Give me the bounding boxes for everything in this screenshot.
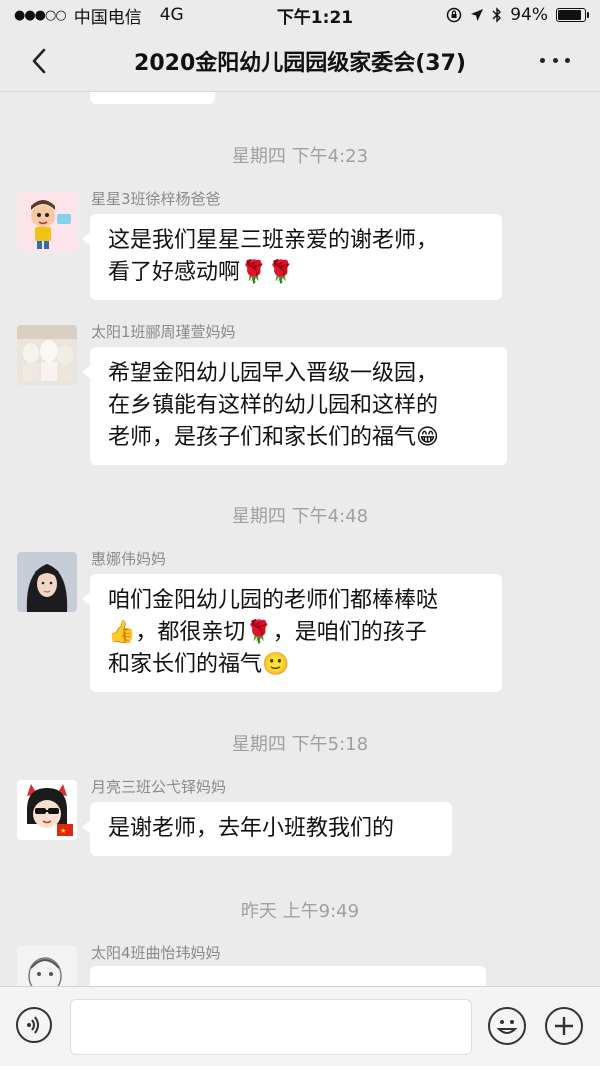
carrier-name: 中国电信 (73, 7, 142, 28)
avatar-sketch (17, 946, 77, 986)
more-dot (565, 57, 570, 63)
avatar-sculptures (17, 325, 77, 385)
voice-input-button[interactable] (16, 1007, 52, 1043)
avatar[interactable] (17, 192, 77, 252)
smile-icon (496, 1020, 518, 1034)
more-dot (540, 57, 545, 63)
message-bubble[interactable]: 这是我们星星三班亲爱的谢老师， 看了好感动啊🌹🌹 (82, 214, 502, 300)
battery-fill (558, 10, 581, 20)
chat-title: 2020金阳幼儿园园级家委会(37) (134, 50, 466, 76)
message-bubble[interactable]: 希望金阳幼儿园早入晋级一级园， 在乡镇能有这样的幼儿园和这样的 老师，是孩子们和… (82, 347, 507, 465)
avatar-devil-cartoon: ★ (17, 780, 77, 840)
message-line: 👍，都很亲切🌹，是咱们的孩子 (108, 620, 427, 645)
message-line: 希望金阳幼儿园早入晋级一级园， (108, 361, 439, 386)
message-input[interactable] (70, 999, 472, 1055)
battery-icon (556, 8, 589, 22)
message-line: 看了好感动啊🌹🌹 (108, 260, 295, 285)
chat-header: 2020金阳幼儿园园级家委会(37) (0, 30, 600, 92)
sender-name: 星星3班徐梓杨爸爸 (91, 190, 221, 208)
more-options-button[interactable] (540, 54, 570, 66)
sender-name: 太阳4班曲怡玮妈妈 (91, 944, 221, 962)
message-bubble[interactable] (82, 966, 486, 986)
more-dot (552, 57, 558, 63)
avatar[interactable]: ★ (17, 780, 77, 840)
signal-strength: ●●●○○ (14, 7, 67, 23)
back-button[interactable] (26, 44, 52, 78)
battery-percent: 94% (510, 5, 548, 25)
avatar-woman-photo (17, 552, 77, 612)
avatar-cartoon-boy (17, 192, 77, 252)
network-type: 4G (159, 5, 184, 25)
avatar[interactable] (17, 946, 77, 986)
status-bar: ●●●○○ 中国电信 4G 下午1:21 94% (0, 0, 600, 30)
message-list[interactable]: 星期四 下午4:23 星星3班徐梓杨爸爸 这是我们星星三班亲爱的谢老师， 看了好… (0, 92, 600, 986)
message-line: 在乡镇能有这样的幼儿园和这样的 (108, 393, 439, 418)
sender-name: 惠娜伟妈妈 (91, 550, 167, 568)
more-functions-button[interactable] (545, 1007, 583, 1045)
timestamp: 昨天 上午9:49 (240, 901, 360, 922)
sender-name: 太阳1班郦周瑾萱妈妈 (91, 323, 236, 341)
avatar[interactable] (17, 325, 77, 385)
message-bubble[interactable]: 是谢老师，去年小班教我们的 (82, 802, 452, 856)
input-bar (0, 986, 600, 1066)
timestamp: 星期四 下午4:48 (231, 506, 369, 527)
location-icon (471, 9, 484, 21)
plus-icon (555, 1017, 573, 1035)
message-bubble[interactable]: 咱们金阳幼儿园的老师们都棒棒哒 👍，都很亲切🌹，是咱们的孩子 和家长们的福气🙂 (82, 574, 502, 692)
timestamp: 星期四 下午5:18 (231, 734, 369, 755)
message-line: 和家长们的福气🙂 (108, 652, 290, 677)
message-line: 咱们金阳幼儿园的老师们都棒棒哒 (108, 588, 439, 613)
status-time: 下午1:21 (276, 7, 354, 28)
timestamp: 星期四 下午4:23 (231, 146, 369, 167)
rotation-lock-icon (446, 7, 462, 23)
bluetooth-icon (492, 7, 502, 23)
message-line: 老师，是孩子们和家长们的福气😁 (108, 425, 439, 450)
message-line: 是谢老师，去年小班教我们的 (108, 816, 395, 841)
svg-text:★: ★ (60, 827, 66, 835)
avatar[interactable] (17, 552, 77, 612)
emoji-button[interactable] (488, 1007, 526, 1045)
voice-icon (27, 1016, 39, 1034)
message-line: 这是我们星星三班亲爱的谢老师， (108, 228, 439, 253)
previous-message-bubble[interactable] (90, 92, 215, 104)
sender-name: 月亮三班公弋铎妈妈 (91, 778, 227, 796)
